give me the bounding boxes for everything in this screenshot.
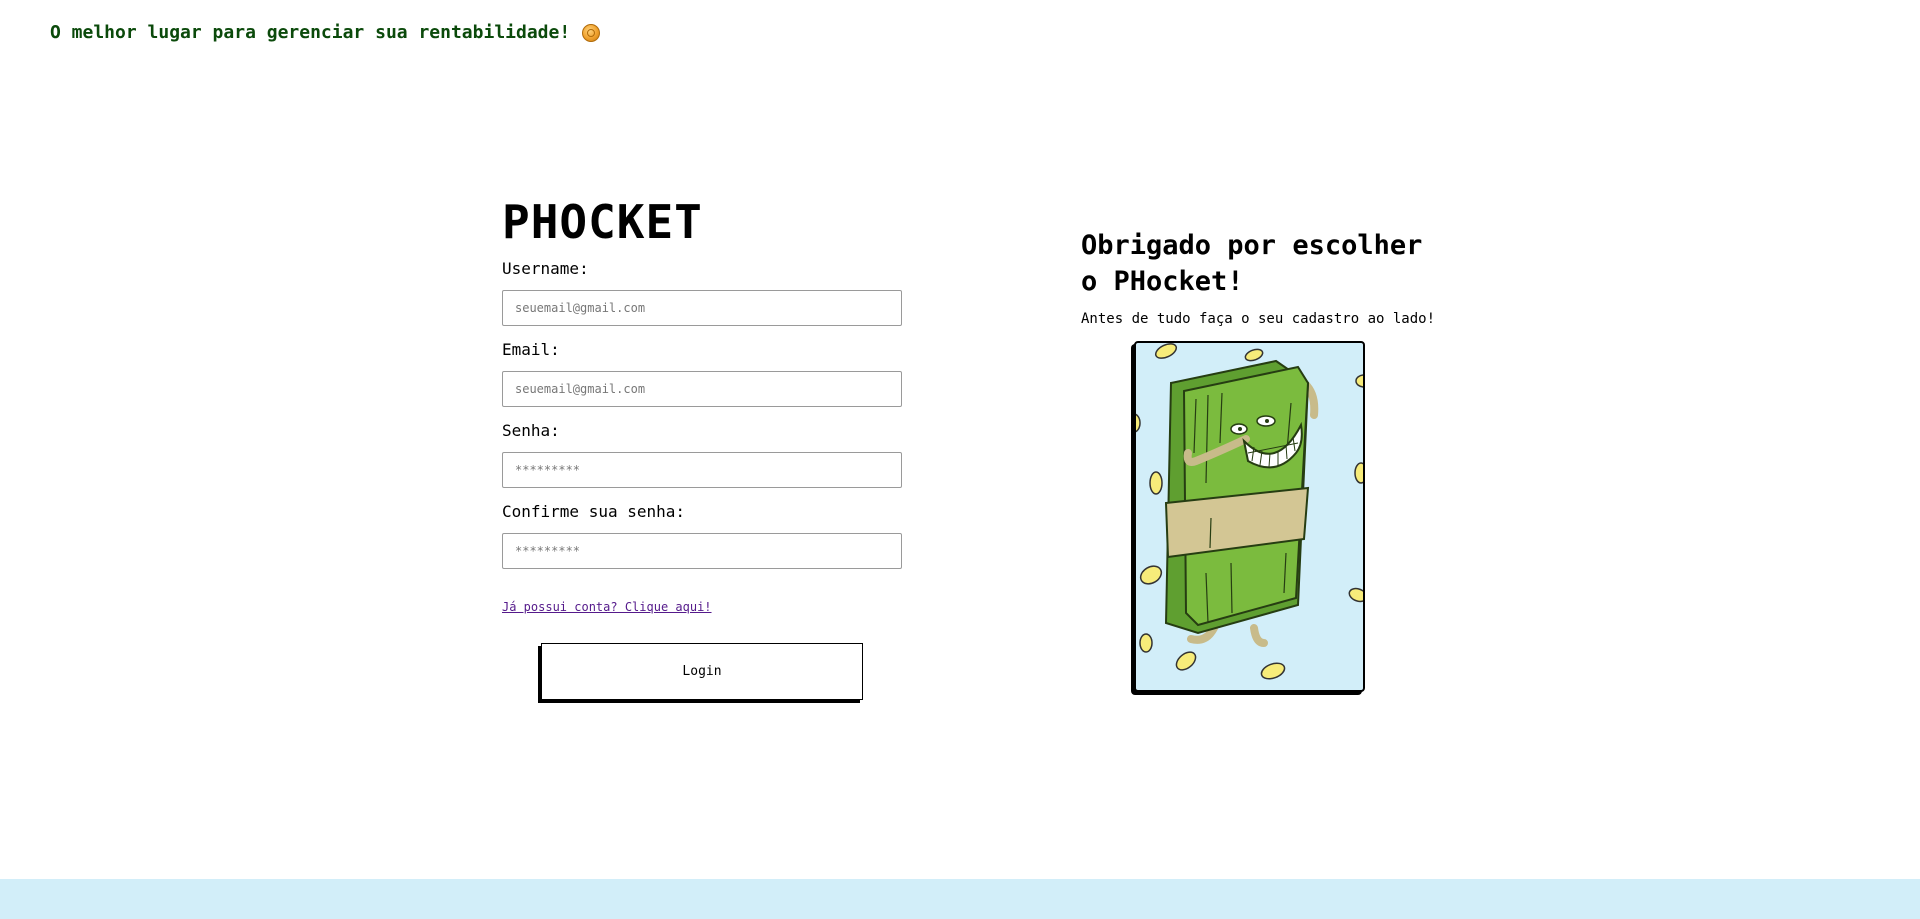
- welcome-title-line1: Obrigado por escolher: [1081, 230, 1423, 261]
- username-label: Username:: [502, 259, 589, 278]
- login-button[interactable]: Login: [541, 643, 863, 700]
- welcome-subtitle: Antes de tudo faça o seu cadastro ao lad…: [1081, 311, 1436, 327]
- welcome-title: Obrigado por escolher o PHocket!: [1081, 228, 1481, 300]
- coin-icon: [582, 23, 601, 42]
- money-stack-illustration: [1134, 341, 1365, 692]
- password-input[interactable]: [502, 452, 902, 488]
- tagline-text: O melhor lugar para gerenciar sua rentab…: [50, 22, 571, 43]
- header-tagline: O melhor lugar para gerenciar sua rentab…: [50, 22, 601, 43]
- welcome-panel: Obrigado por escolher o PHocket! Antes d…: [1081, 228, 1481, 692]
- password-label: Senha:: [502, 421, 560, 440]
- brand-title: PHOCKET: [502, 195, 703, 249]
- signup-page: O melhor lugar para gerenciar sua rentab…: [0, 0, 1920, 919]
- username-input[interactable]: [502, 290, 902, 326]
- signup-form: PHOCKET Username: Email: Senha: Confirme…: [502, 195, 902, 700]
- existing-account-link[interactable]: Já possui conta? Clique aqui!: [502, 600, 712, 614]
- welcome-title-line2: o PHocket!: [1081, 266, 1244, 297]
- confirm-password-input[interactable]: [502, 533, 902, 569]
- email-input[interactable]: [502, 371, 902, 407]
- confirm-password-label: Confirme sua senha:: [502, 502, 686, 521]
- money-stack-character-icon: [1136, 343, 1363, 680]
- email-label: Email:: [502, 340, 560, 359]
- footer-band: [0, 879, 1920, 919]
